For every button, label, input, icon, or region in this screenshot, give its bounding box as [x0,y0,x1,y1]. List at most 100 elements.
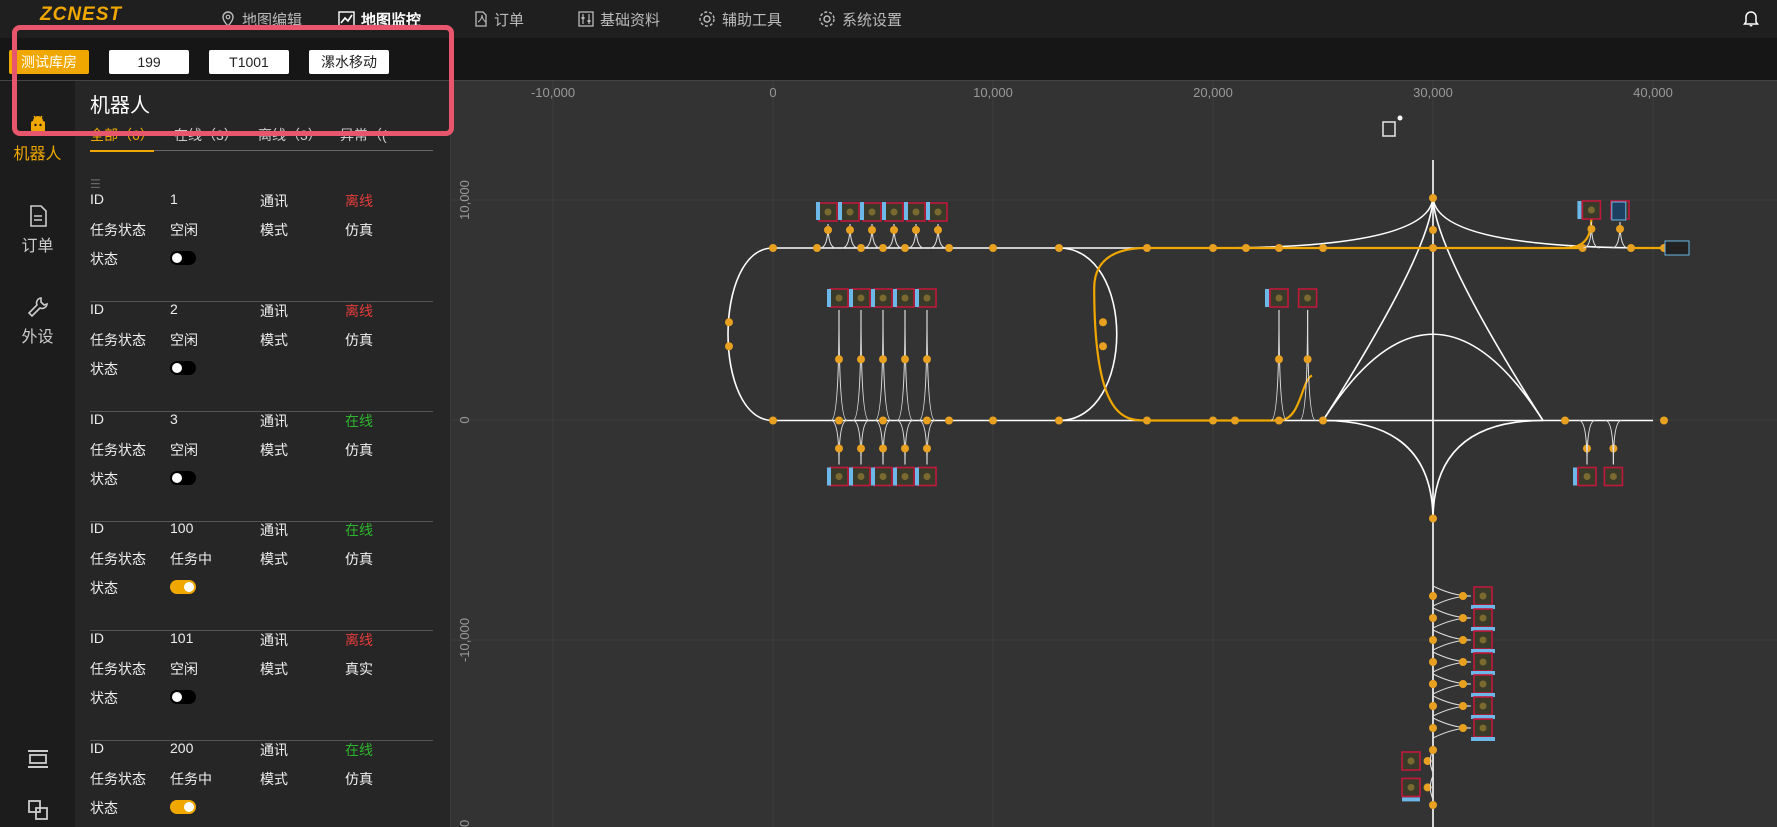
waypoint [923,444,931,453]
agv-vehicle [1664,240,1690,256]
slot-tag [1402,797,1420,802]
gear-icon [819,11,835,27]
waypoint [1459,658,1467,666]
nav-map-edit[interactable]: 地图编辑 [220,0,302,38]
waypoint [1099,342,1107,351]
active-route [1278,374,1313,422]
waypoint [1459,636,1467,644]
nav-label: 辅助工具 [722,11,783,29]
nav-label: 基础资料 [600,11,661,29]
x-tick-label: 20,000 [1193,85,1233,100]
tab-all[interactable]: 全部（6） [90,125,154,152]
task-state-label: 任务状态 [90,222,146,238]
rail-item-robots[interactable]: 机器人 [0,113,75,164]
slot-tag [893,289,897,307]
waypoint [1561,416,1569,425]
mode-label: 模式 [260,332,288,348]
comm-label: 通讯 [260,193,288,209]
task-state-label: 任务状态 [90,551,146,567]
map-svg[interactable]: -10,000 0 10,000 20,000 30,000 40,000 10,000 0 -… [451,81,1777,827]
robot-enable-toggle[interactable] [170,800,196,814]
slot-tag [926,202,930,220]
robot-enable-toggle[interactable] [170,361,196,375]
mode-value: 仿真 [345,551,373,567]
field-move[interactable]: 漯水移动 [309,50,389,74]
robot-card[interactable]: ID 3 通讯 在线 任务状态 空闲 模式 仿真 状态 [90,411,433,522]
robot-card[interactable]: ID 100 通讯 在线 任务状态 任务中 模式 仿真 状态 [90,520,433,631]
nav-orders[interactable]: 订单 [474,0,524,38]
tab-offline[interactable]: 离线（3） [258,125,322,145]
waypoint [1459,592,1467,600]
robot-card[interactable]: ID 2 通讯 离线 任务状态 空闲 模式 仿真 状态 [90,301,433,412]
document-icon [29,205,47,227]
bell-icon[interactable] [1743,10,1759,27]
robot-id: 200 [170,740,194,756]
waypoint [945,416,953,425]
slot-center [1479,724,1487,732]
robot-enable-toggle[interactable] [170,690,196,704]
left-rail: 机器人 订单 外设 [0,81,75,827]
context-bar: 测试库房 199 T1001 漯水移动 [0,38,1777,81]
comm-label: 通讯 [260,522,288,538]
document-pdf-icon [475,11,487,27]
robot-card[interactable]: ID 200 通讯 在线 任务状态 任务中 模式 仿真 状态 [90,740,433,827]
slot-center [879,473,887,480]
mode-value: 仿真 [345,771,373,787]
x-tick-label: 40,000 [1633,85,1673,100]
waypoint [1143,416,1151,425]
nav-map-monitor[interactable]: 地图监控 [338,0,421,38]
map-pin-icon [222,11,234,27]
slot-center [1479,614,1487,622]
nav-basic-data[interactable]: 基础资料 [578,0,660,38]
slot-link [1299,309,1309,422]
route-curve [1322,195,1434,421]
route-curve [1322,419,1434,521]
robot-enable-toggle[interactable] [170,251,196,265]
top-bar: ZCNEST 地图编辑 地图监控 订单 基础资料 辅助工具 系统设置 [0,0,1777,38]
slot-center [890,208,898,216]
comm-label: 通讯 [260,303,288,319]
field-t1001[interactable]: T1001 [209,50,289,74]
slot-link [1605,419,1614,465]
robot-enable-toggle[interactable] [170,471,196,485]
rail-item-orders[interactable]: 订单 [0,205,75,256]
slot-link [918,419,928,465]
mode-label: 模式 [260,661,288,677]
y-tick-label: 00 [457,820,472,827]
task-state: 空闲 [170,332,198,348]
field-199[interactable]: 199 [109,50,189,74]
comm-label: 通讯 [260,413,288,429]
robot-card[interactable]: ID 1 通讯 离线 任务状态 空闲 模式 仿真 状态 [90,191,433,302]
waypoint [1429,658,1437,666]
app-logo: ZCNEST [40,4,122,25]
map-canvas[interactable]: -10,000 0 10,000 20,000 30,000 40,000 10,000 0 -… [451,81,1777,827]
tab-online[interactable]: 在线（3） [174,125,238,145]
route-left-arc [727,247,774,422]
state-label: 状态 [90,361,118,377]
slot-link [1578,419,1588,465]
route-curve [1212,195,1434,249]
tab-abnormal[interactable]: 异常（( [340,125,387,145]
task-state: 任务中 [170,771,212,787]
nav-system-settings[interactable]: 系统设置 [818,0,902,38]
id-label: ID [90,520,104,536]
waypoint [1429,592,1437,600]
waypoint [1303,355,1312,364]
rail-item-peripherals[interactable]: 外设 [0,296,75,347]
robot-card[interactable]: ID 101 通讯 离线 任务状态 空闲 模式 真实 状态 [90,630,433,741]
task-state-label: 任务状态 [90,442,146,458]
waypoint [1275,416,1283,425]
layers-toggle[interactable] [0,799,75,826]
robot-enable-toggle[interactable] [170,580,196,594]
waypoint [857,444,865,453]
robot-filter-tabs: 全部（6） 在线（3） 离线（3） 异常（( [90,125,433,152]
warehouse-selector[interactable]: 测试库房 [9,50,89,74]
waypoint [857,244,865,252]
nav-aux-tools[interactable]: 辅助工具 [698,0,782,38]
slot-center [1479,680,1487,688]
slot-tag [882,202,886,220]
task-state: 空闲 [170,442,198,458]
slot-center [1609,473,1617,480]
layout-toggle[interactable] [0,749,75,774]
charger-status-dot [1397,115,1403,121]
